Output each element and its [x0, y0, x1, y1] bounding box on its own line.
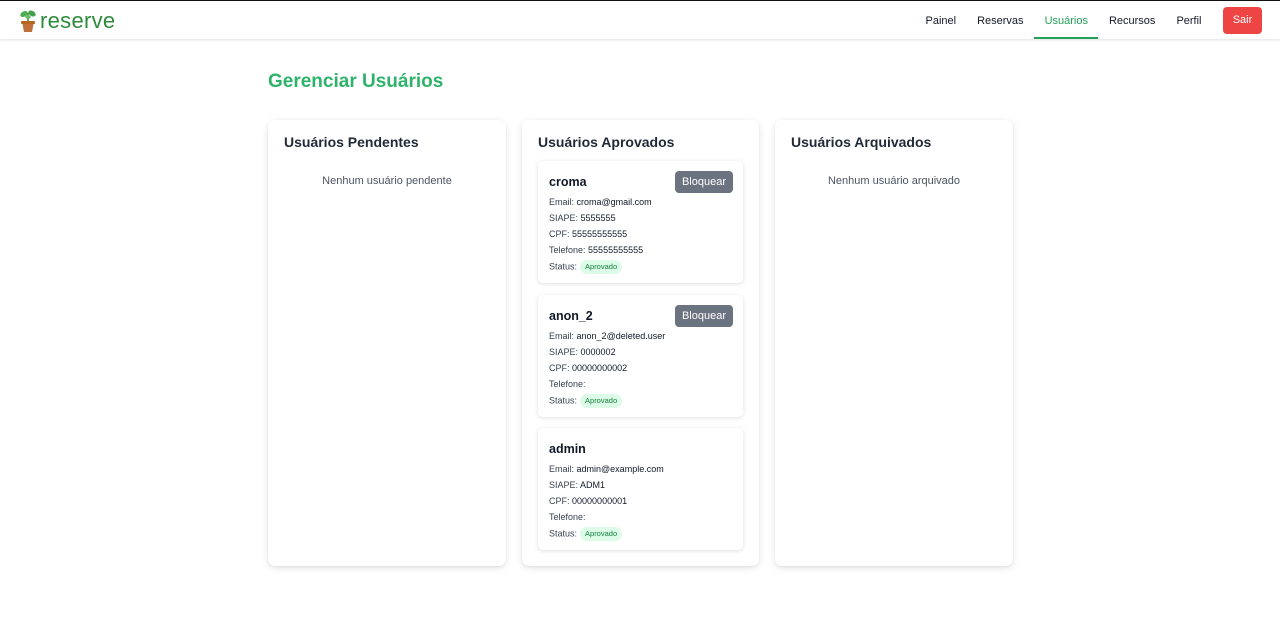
plant-pot-icon: [20, 10, 36, 32]
status-label: Status:: [549, 395, 578, 406]
user-status-row: Status: Aprovado: [549, 527, 623, 541]
block-user-button[interactable]: Bloquear: [675, 305, 733, 327]
user-phone-row: Telefone: 55555555555: [549, 245, 643, 255]
user-name: croma: [549, 175, 587, 189]
user-email-row: Email: croma@gmail.com: [549, 197, 652, 207]
archived-users-panel: Usuários Arquivados Nenhum usuário arqui…: [775, 120, 1013, 566]
siape-label: SIAPE:: [549, 213, 579, 223]
siape-label: SIAPE:: [549, 480, 579, 490]
status-label: Status:: [549, 528, 578, 539]
nav-link-reservas[interactable]: Reservas: [967, 1, 1034, 39]
nav-link-perfil[interactable]: Perfil: [1166, 1, 1212, 39]
cpf-label: CPF:: [549, 229, 570, 239]
brand-logo[interactable]: reserve: [18, 7, 115, 35]
user-email: croma@gmail.com: [576, 197, 652, 207]
user-card-anon-2: anon_2 Bloquear Email: anon_2@deleted.us…: [538, 295, 743, 417]
user-phone-row: Telefone:: [549, 512, 586, 522]
user-cpf: 00000000001: [572, 496, 628, 506]
block-user-button[interactable]: Bloquear: [675, 171, 733, 193]
user-phone-row: Telefone:: [549, 379, 586, 389]
user-status-row: Status: Aprovado: [549, 260, 623, 274]
pending-users-panel: Usuários Pendentes Nenhum usuário penden…: [268, 120, 506, 566]
phone-label: Telefone:: [549, 245, 586, 255]
siape-label: SIAPE:: [549, 347, 579, 357]
brand-name: reserve: [40, 8, 116, 33]
approved-users-panel: Usuários Aprovados croma Bloquear Email:…: [522, 120, 759, 566]
user-cpf: 00000000002: [572, 363, 628, 373]
user-card-admin: admin Email: admin@example.com SIAPE: AD…: [538, 428, 743, 550]
status-badge: Aprovado: [580, 260, 623, 274]
phone-label: Telefone:: [549, 379, 586, 389]
cpf-label: CPF:: [549, 496, 570, 506]
user-siape-row: SIAPE: ADM1: [549, 480, 605, 490]
status-badge: Aprovado: [580, 527, 623, 541]
logout-button[interactable]: Sair: [1223, 6, 1262, 34]
status-badge: Aprovado: [580, 394, 623, 408]
user-status-row: Status: Aprovado: [549, 394, 623, 408]
nav-link-painel[interactable]: Painel: [915, 1, 967, 39]
user-name: admin: [549, 442, 586, 456]
user-email-row: Email: admin@example.com: [549, 464, 664, 474]
pending-empty-message: Nenhum usuário pendente: [322, 175, 452, 187]
email-label: Email:: [549, 197, 575, 207]
cpf-label: CPF:: [549, 363, 570, 373]
user-siape-row: SIAPE: 0000002: [549, 347, 616, 357]
user-phone: 55555555555: [588, 245, 644, 255]
user-card-croma: croma Bloquear Email: croma@gmail.com SI…: [538, 161, 743, 283]
user-email: admin@example.com: [576, 464, 664, 474]
email-label: Email:: [549, 464, 575, 474]
phone-label: Telefone:: [549, 512, 586, 522]
top-navbar: reserve Painel Reservas Usuários Recurso…: [0, 0, 1280, 39]
user-siape: 5555555: [580, 213, 616, 223]
user-siape: 0000002: [580, 347, 616, 357]
user-name: anon_2: [549, 309, 593, 323]
email-label: Email:: [549, 331, 575, 341]
user-siape-row: SIAPE: 5555555: [549, 213, 616, 223]
approved-users-title: Usuários Aprovados: [538, 134, 675, 150]
user-email: anon_2@deleted.user: [576, 331, 666, 341]
archived-users-title: Usuários Arquivados: [791, 134, 932, 150]
user-siape: ADM1: [580, 480, 606, 490]
user-cpf: 55555555555: [572, 229, 628, 239]
pending-users-title: Usuários Pendentes: [284, 134, 419, 150]
page-title: Gerenciar Usuários: [268, 71, 444, 92]
user-cpf-row: CPF: 00000000002: [549, 363, 627, 373]
status-label: Status:: [549, 261, 578, 272]
nav-link-usuarios[interactable]: Usuários: [1034, 1, 1099, 39]
user-cpf-row: CPF: 00000000001: [549, 496, 627, 506]
user-cpf-row: CPF: 55555555555: [549, 229, 627, 239]
nav-link-recursos[interactable]: Recursos: [1098, 1, 1165, 39]
archived-empty-message: Nenhum usuário arquivado: [827, 175, 961, 187]
nav-menu: Painel Reservas Usuários Recursos Perfil…: [915, 1, 1262, 39]
user-email-row: Email: anon_2@deleted.user: [549, 331, 665, 341]
